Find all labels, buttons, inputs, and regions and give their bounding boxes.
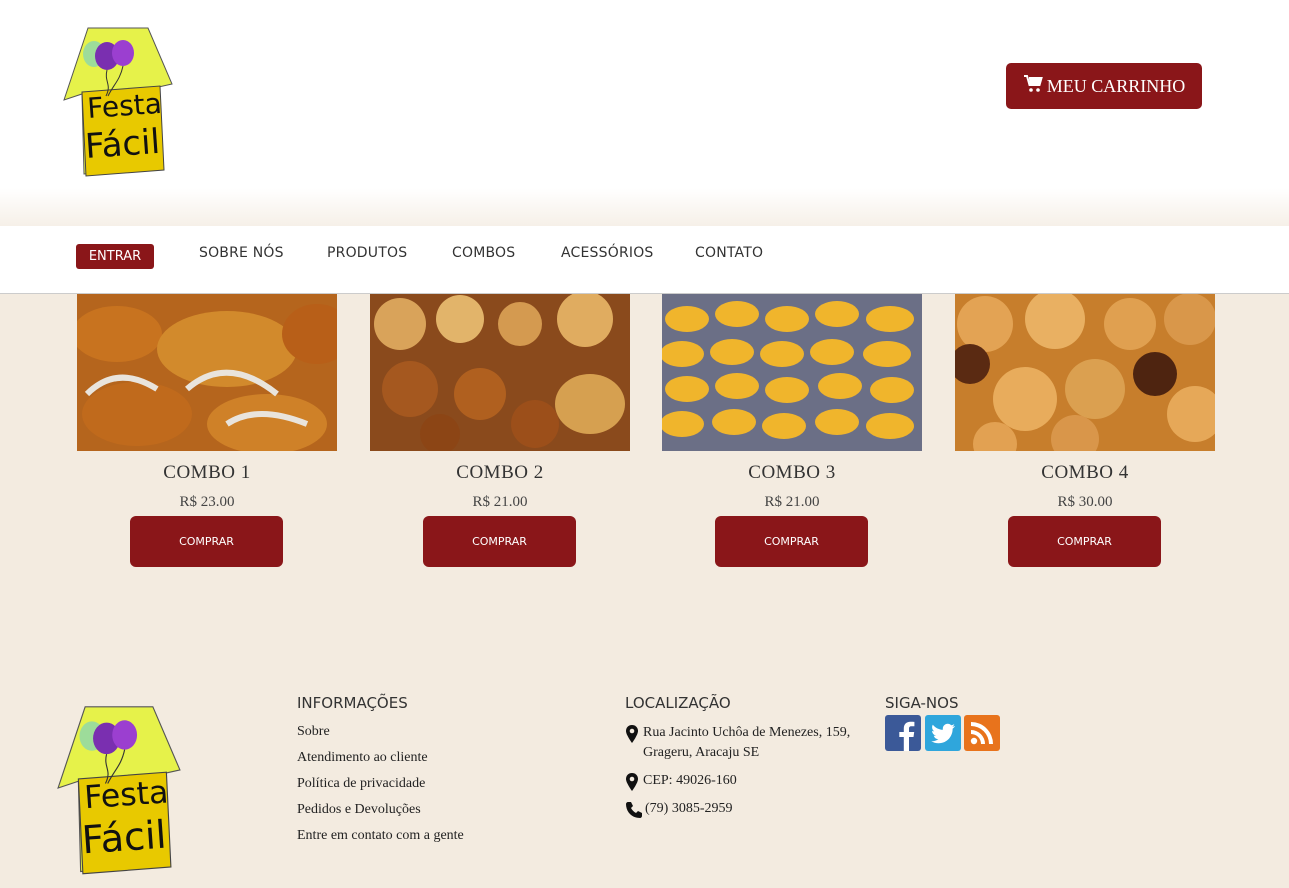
product-card: COMBO 2 R$ 21.00 COMPRAR [370,294,630,567]
rss-icon[interactable] [964,715,1000,751]
buy-button[interactable]: COMPRAR [1008,516,1161,567]
product-card: COMBO 4 R$ 30.00 COMPRAR [955,294,1215,567]
address: Rua Jacinto Uchôa de Menezes, 159, Grage… [625,723,850,763]
buy-button[interactable]: COMPRAR [423,516,576,567]
nav-item-accessories[interactable]: ACESSÓRIOS [561,245,654,261]
cep: CEP: 49026-160 [625,771,737,791]
phone-text: (79) 3085-2959 [645,801,733,816]
site-header: Festa Fácil MEU CARRINHO [0,0,1289,226]
footer-info-heading: INFORMAÇÕES [297,694,408,712]
main-nav: ENTRAR SOBRE NÓS PRODUTOS COMBOS ACESSÓR… [0,226,1289,294]
product-price: R$ 30.00 [1057,494,1113,510]
product-title: COMBO 1 [163,462,251,483]
footer-link-support[interactable]: Atendimento ao cliente [297,750,428,766]
login-button[interactable]: ENTRAR [76,244,154,269]
logo-line1: Festa [86,87,163,125]
footer-social-heading: SIGA-NOS [885,694,959,712]
address-line1: Rua Jacinto Uchôa de Menezes, 159, [643,725,851,740]
product-image-combo-3[interactable] [662,294,922,451]
cart-label: MEU CARRINHO [1046,75,1186,96]
twitter-icon[interactable] [925,715,961,751]
logo-line2: Fácil [80,813,167,864]
facebook-icon[interactable] [885,715,921,751]
cart-icon [1023,74,1043,98]
map-pin-icon [626,725,638,743]
footer-link-orders[interactable]: Pedidos e Devoluções [297,802,421,818]
product-image-combo-1[interactable] [77,294,337,451]
footer-link-about[interactable]: Sobre [297,724,330,740]
nav-item-contact[interactable]: CONTATO [695,245,763,261]
product-price: R$ 21.00 [764,494,820,510]
festa-facil-logo[interactable]: Festa Fácil [60,22,176,178]
cep-text: CEP: 49026-160 [643,773,737,788]
footer-link-contact[interactable]: Entre em contato com a gente [297,828,464,844]
nav-item-combos[interactable]: COMBOS [452,245,515,261]
product-title: COMBO 4 [1041,462,1129,483]
product-image-combo-2[interactable] [370,294,630,451]
my-cart-button[interactable]: MEU CARRINHO [1006,63,1202,109]
phone-icon [626,802,642,818]
phone: (79) 3085-2959 [625,799,733,819]
product-title: COMBO 3 [748,462,836,483]
festa-facil-logo-footer[interactable]: Festa Fácil [50,700,188,876]
logo-line1: Festa [83,775,169,817]
footer-link-privacy[interactable]: Política de privacidade [297,776,425,792]
product-image-combo-4[interactable] [955,294,1215,451]
product-price: R$ 23.00 [179,494,235,510]
logo-line2: Fácil [84,122,161,167]
footer-location-heading: LOCALIZAÇÃO [625,694,731,712]
buy-button[interactable]: COMPRAR [715,516,868,567]
product-price: R$ 21.00 [472,494,528,510]
nav-item-products[interactable]: PRODUTOS [327,245,407,261]
product-card: COMBO 1 R$ 23.00 COMPRAR [77,294,337,567]
map-pin-icon [626,773,638,791]
address-line2: Grageru, Aracaju SE [643,745,760,760]
product-title: COMBO 2 [456,462,544,483]
buy-button[interactable]: COMPRAR [130,516,283,567]
product-card: COMBO 3 R$ 21.00 COMPRAR [662,294,922,567]
nav-item-about[interactable]: SOBRE NÓS [199,245,284,261]
